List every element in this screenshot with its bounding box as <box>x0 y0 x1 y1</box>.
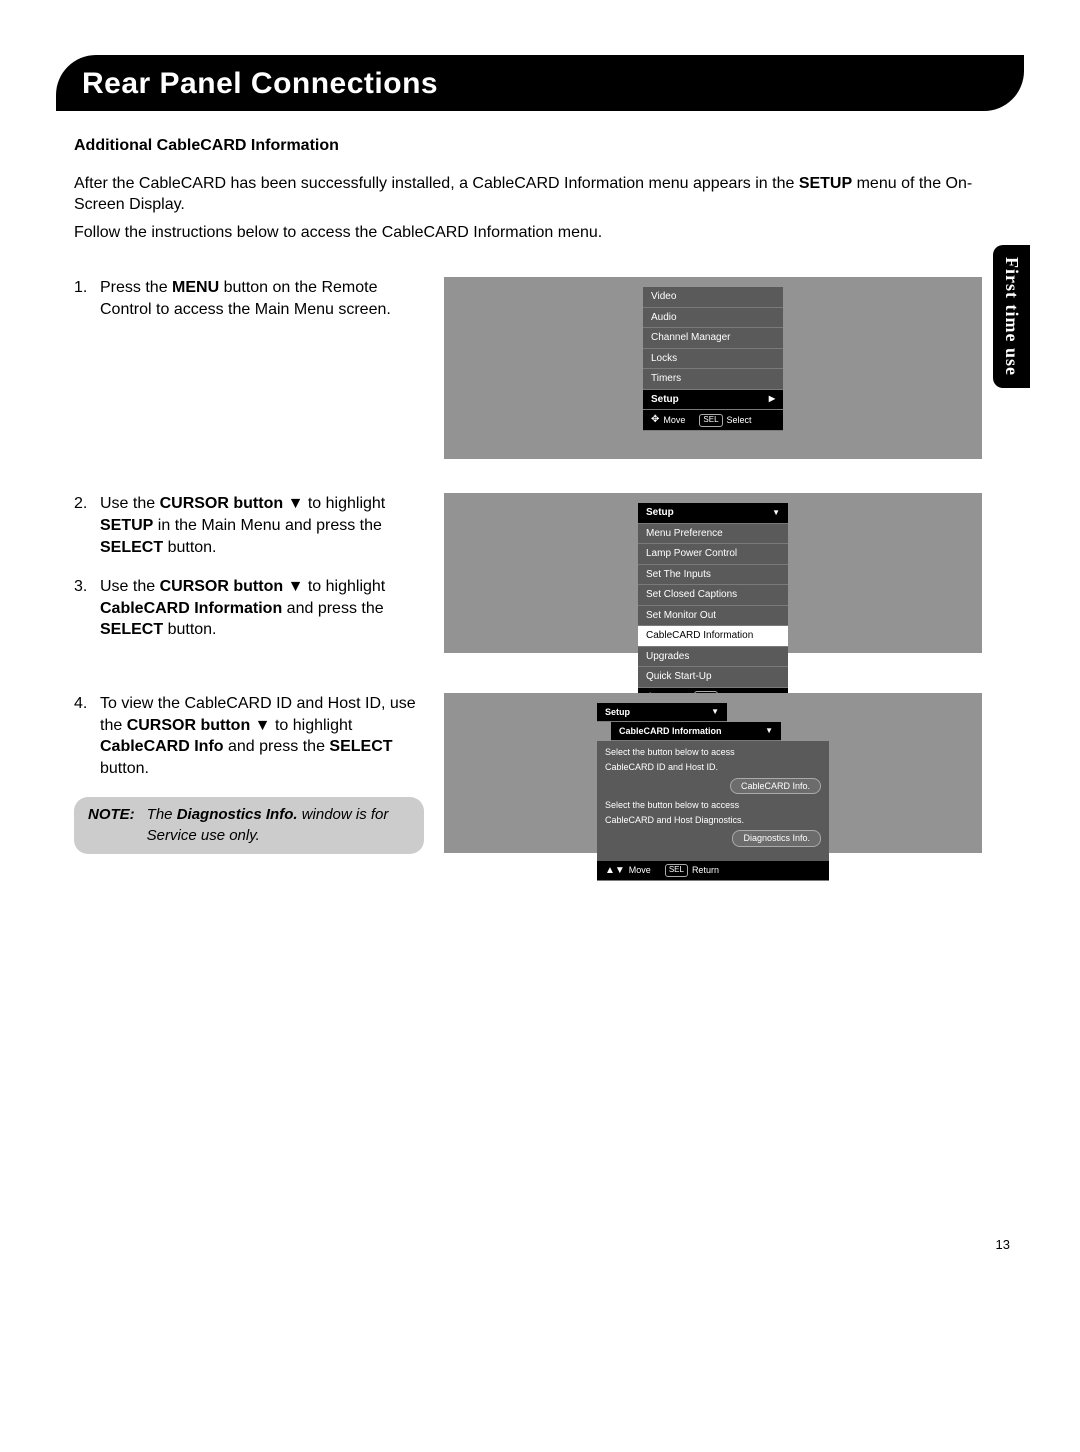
menu-footer: ✥ Move SEL Select <box>643 410 783 431</box>
menu-item-timers: Timers <box>643 369 783 390</box>
menu-setup: Setup ▼ Menu Preference Lamp Power Contr… <box>638 503 788 653</box>
banner-title: Rear Panel Connections <box>82 67 438 100</box>
menu-item: Upgrades <box>638 647 788 668</box>
step-number: 1. <box>74 277 100 320</box>
move-arrows-icon: ▲▼ <box>605 864 625 878</box>
page-content: Additional CableCARD Information After t… <box>74 135 982 854</box>
step-text-2: 2. Use the CURSOR button ▼ to highlight … <box>74 493 424 659</box>
menu-footer: ▲▼ Move SEL Return <box>597 861 829 882</box>
menu-main: Video Audio Channel Manager Locks Timers… <box>643 287 783 459</box>
step-body: To view the CableCARD ID and Host ID, us… <box>100 693 424 779</box>
step-text-1: 1. Press the MENU button on the Remote C… <box>74 277 424 459</box>
page-banner: Rear Panel Connections <box>56 55 1024 111</box>
step-number: 2. <box>74 493 100 558</box>
menu-item: Set The Inputs <box>638 565 788 586</box>
menu-header: Setup ▼ <box>638 503 788 524</box>
step-body: Use the CURSOR button ▼ to highlight Cab… <box>100 576 424 641</box>
chevron-down-icon: ▼ <box>772 508 780 519</box>
step-body: Press the MENU button on the Remote Cont… <box>100 277 424 320</box>
detail-body: Select the button below to acess CableCA… <box>597 741 829 860</box>
menu-item: Set Closed Captions <box>638 585 788 606</box>
step-body: Use the CURSOR button ▼ to highlight SET… <box>100 493 424 558</box>
menu-item-video: Video <box>643 287 783 308</box>
menu-header-setup: Setup ▼ <box>597 703 727 722</box>
step-text-3: 4. To view the CableCARD ID and Host ID,… <box>74 693 424 854</box>
menu-item-highlighted: CableCARD Information <box>638 626 788 647</box>
side-tab: First time use <box>993 245 1030 388</box>
page-number: 13 <box>996 1237 1010 1252</box>
step-block-3: 4. To view the CableCARD ID and Host ID,… <box>74 693 982 854</box>
cablecard-info-button: CableCARD Info. <box>730 778 821 794</box>
menu-item: Lamp Power Control <box>638 544 788 565</box>
subheading: Additional CableCARD Information <box>74 135 982 157</box>
note-body: The Diagnostics Info. window is for Serv… <box>147 805 410 846</box>
sel-badge: SEL <box>665 864 688 877</box>
chevron-down-icon: ▼ <box>765 726 773 737</box>
menu-item-locks: Locks <box>643 349 783 370</box>
step-number: 3. <box>74 576 100 641</box>
chevron-right-icon: ▶ <box>769 394 775 405</box>
tv-screen-2: Setup ▼ Menu Preference Lamp Power Contr… <box>444 493 982 653</box>
note-label: NOTE: <box>88 805 135 846</box>
menu-header-cc: CableCARD Information ▼ <box>611 722 781 741</box>
sel-badge: SEL <box>699 414 722 427</box>
move-arrows-icon: ✥ <box>651 413 659 427</box>
menu-item: Set Monitor Out <box>638 606 788 627</box>
menu-item: Quick Start-Up <box>638 667 788 688</box>
step-block-2: 2. Use the CURSOR button ▼ to highlight … <box>74 493 982 659</box>
tv-screen-3: Setup ▼ CableCARD Information ▼ Select t… <box>444 693 982 853</box>
intro-para-2: Follow the instructions below to access … <box>74 222 982 244</box>
tv-screen-1: Video Audio Channel Manager Locks Timers… <box>444 277 982 459</box>
menu-item-channel: Channel Manager <box>643 328 783 349</box>
menu-item-audio: Audio <box>643 308 783 329</box>
menu-item: Menu Preference <box>638 524 788 545</box>
chevron-down-icon: ▼ <box>711 707 719 718</box>
note-box: NOTE: The Diagnostics Info. window is fo… <box>74 797 424 854</box>
step-block-1: 1. Press the MENU button on the Remote C… <box>74 277 982 459</box>
intro-para-1: After the CableCARD has been successfull… <box>74 173 982 216</box>
diagnostics-info-button: Diagnostics Info. <box>732 830 821 846</box>
step-number: 4. <box>74 693 100 779</box>
menu-cablecard: Setup ▼ CableCARD Information ▼ Select t… <box>597 703 829 853</box>
menu-item-setup: Setup ▶ <box>643 390 783 411</box>
